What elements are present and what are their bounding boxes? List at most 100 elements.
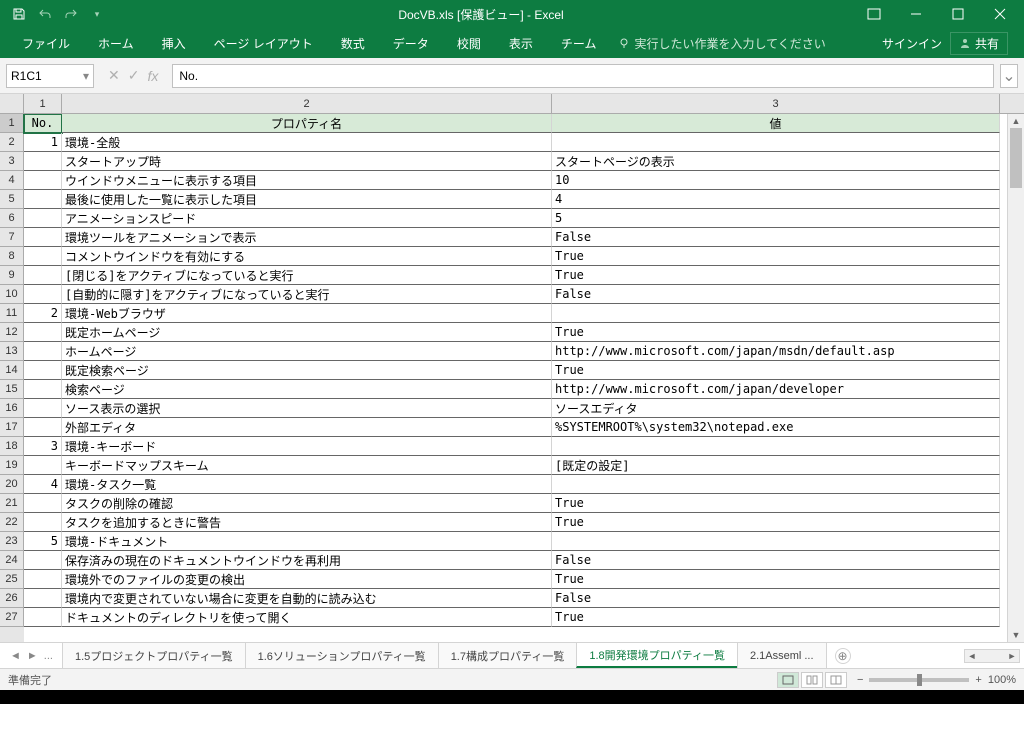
cell[interactable]: 外部エディタ xyxy=(62,418,552,437)
column-header[interactable]: 1 xyxy=(24,94,62,113)
row-header[interactable]: 9 xyxy=(0,266,24,285)
cell[interactable]: [閉じる]をアクティブになっていると実行 xyxy=(62,266,552,285)
row-header[interactable]: 16 xyxy=(0,399,24,418)
undo-icon[interactable] xyxy=(34,3,56,25)
column-header[interactable]: 3 xyxy=(552,94,1000,113)
cell[interactable]: True xyxy=(552,361,1000,380)
header-cell[interactable]: プロパティ名 xyxy=(62,114,552,133)
cancel-button[interactable]: ✕ xyxy=(108,67,120,84)
share-button[interactable]: 共有 xyxy=(950,32,1008,55)
cell[interactable]: %SYSTEMROOT%\system32\notepad.exe xyxy=(552,418,1000,437)
row-header[interactable]: 13 xyxy=(0,342,24,361)
name-box[interactable]: R1C1 ▾ xyxy=(6,64,94,88)
enter-button[interactable]: ✓ xyxy=(128,67,140,84)
cell[interactable]: 最後に使用した一覧に表示した項目 xyxy=(62,190,552,209)
zoom-slider[interactable] xyxy=(869,678,969,682)
row-header[interactable]: 5 xyxy=(0,190,24,209)
qat-customize-icon[interactable]: ▾ xyxy=(86,3,108,25)
cell[interactable]: コメントウインドウを有効にする xyxy=(62,247,552,266)
cell[interactable] xyxy=(24,171,62,190)
page-layout-view-button[interactable] xyxy=(801,672,823,688)
cell[interactable]: 4 xyxy=(24,475,62,494)
row-header[interactable]: 3 xyxy=(0,152,24,171)
zoom-thumb[interactable] xyxy=(917,674,922,686)
cell[interactable] xyxy=(552,304,1000,323)
cell[interactable]: True xyxy=(552,323,1000,342)
new-sheet-button[interactable]: ⊕ xyxy=(835,648,851,664)
cell[interactable] xyxy=(24,285,62,304)
cell[interactable]: False xyxy=(552,551,1000,570)
cell[interactable]: False xyxy=(552,228,1000,247)
cell[interactable] xyxy=(24,342,62,361)
save-icon[interactable] xyxy=(8,3,30,25)
cell[interactable] xyxy=(24,399,62,418)
cell[interactable]: True xyxy=(552,266,1000,285)
cell[interactable]: 4 xyxy=(552,190,1000,209)
tell-me-search[interactable]: 実行したい作業を入力してください xyxy=(618,35,825,52)
cell[interactable]: 環境ツールをアニメーションで表示 xyxy=(62,228,552,247)
sheet-tab[interactable]: 1.5プロジェクトプロパティ一覧 xyxy=(62,643,246,668)
row-header[interactable]: 17 xyxy=(0,418,24,437)
row-header[interactable]: 10 xyxy=(0,285,24,304)
page-break-view-button[interactable] xyxy=(825,672,847,688)
cell[interactable] xyxy=(24,513,62,532)
cell[interactable]: ウインドウメニューに表示する項目 xyxy=(62,171,552,190)
cell[interactable]: スタートページの表示 xyxy=(552,152,1000,171)
row-header[interactable]: 23 xyxy=(0,532,24,551)
cell[interactable]: 環境内で変更されていない場合に変更を自動的に読み込む xyxy=(62,589,552,608)
cell[interactable]: True xyxy=(552,513,1000,532)
row-header[interactable]: 14 xyxy=(0,361,24,380)
row-header[interactable]: 24 xyxy=(0,551,24,570)
sign-in-link[interactable]: サインイン xyxy=(882,35,942,52)
cell[interactable] xyxy=(24,247,62,266)
cell[interactable]: 環境-全般 xyxy=(62,133,552,152)
cell[interactable]: 5 xyxy=(552,209,1000,228)
tab-file[interactable]: ファイル xyxy=(8,28,84,58)
tab-view[interactable]: 表示 xyxy=(495,28,547,58)
cell[interactable]: False xyxy=(552,285,1000,304)
cell[interactable]: False xyxy=(552,589,1000,608)
cell[interactable] xyxy=(552,475,1000,494)
cell[interactable] xyxy=(24,152,62,171)
cell[interactable]: 環境-キーボード xyxy=(62,437,552,456)
zoom-out-button[interactable]: − xyxy=(857,674,863,686)
cell[interactable] xyxy=(24,228,62,247)
expand-formula-bar-icon[interactable]: ⌄ xyxy=(1000,64,1018,88)
sheet-tab[interactable]: 1.8開発環境プロパティ一覧 xyxy=(576,643,738,668)
cell[interactable]: タスクを追加するときに警告 xyxy=(62,513,552,532)
sheet-nav-more[interactable]: ... xyxy=(44,650,53,662)
cell[interactable]: ドキュメントのディレクトリを使って開く xyxy=(62,608,552,627)
cell[interactable]: 環境-ドキュメント xyxy=(62,532,552,551)
row-header[interactable]: 21 xyxy=(0,494,24,513)
cell[interactable] xyxy=(552,437,1000,456)
cell[interactable] xyxy=(24,190,62,209)
cell[interactable]: [自動的に隠す]をアクティブになっていると実行 xyxy=(62,285,552,304)
cell[interactable]: http://www.microsoft.com/japan/msdn/defa… xyxy=(552,342,1000,361)
scroll-down-icon[interactable]: ▼ xyxy=(1008,628,1024,642)
cell[interactable] xyxy=(24,380,62,399)
normal-view-button[interactable] xyxy=(777,672,799,688)
cell[interactable]: 3 xyxy=(24,437,62,456)
cell[interactable]: 保存済みの現在のドキュメントウインドウを再利用 xyxy=(62,551,552,570)
cell[interactable]: http://www.microsoft.com/japan/developer xyxy=(552,380,1000,399)
scroll-up-icon[interactable]: ▲ xyxy=(1008,114,1024,128)
cell[interactable] xyxy=(552,532,1000,551)
zoom-in-button[interactable]: + xyxy=(975,674,981,686)
cell[interactable]: True xyxy=(552,570,1000,589)
row-header[interactable]: 19 xyxy=(0,456,24,475)
close-button[interactable] xyxy=(980,2,1020,26)
cell[interactable] xyxy=(24,266,62,285)
cell[interactable] xyxy=(24,361,62,380)
column-header[interactable]: 2 xyxy=(62,94,552,113)
cell[interactable]: 既定検索ページ xyxy=(62,361,552,380)
row-header[interactable]: 15 xyxy=(0,380,24,399)
minimize-button[interactable] xyxy=(896,2,936,26)
cell[interactable]: スタートアップ時 xyxy=(62,152,552,171)
cell[interactable]: [既定の設定] xyxy=(552,456,1000,475)
row-header[interactable]: 22 xyxy=(0,513,24,532)
cell[interactable]: 2 xyxy=(24,304,62,323)
horizontal-scrollbar[interactable]: ◄ ► xyxy=(859,643,1024,668)
row-header[interactable]: 26 xyxy=(0,589,24,608)
cell[interactable]: アニメーションスピード xyxy=(62,209,552,228)
tab-team[interactable]: チーム xyxy=(547,28,611,58)
